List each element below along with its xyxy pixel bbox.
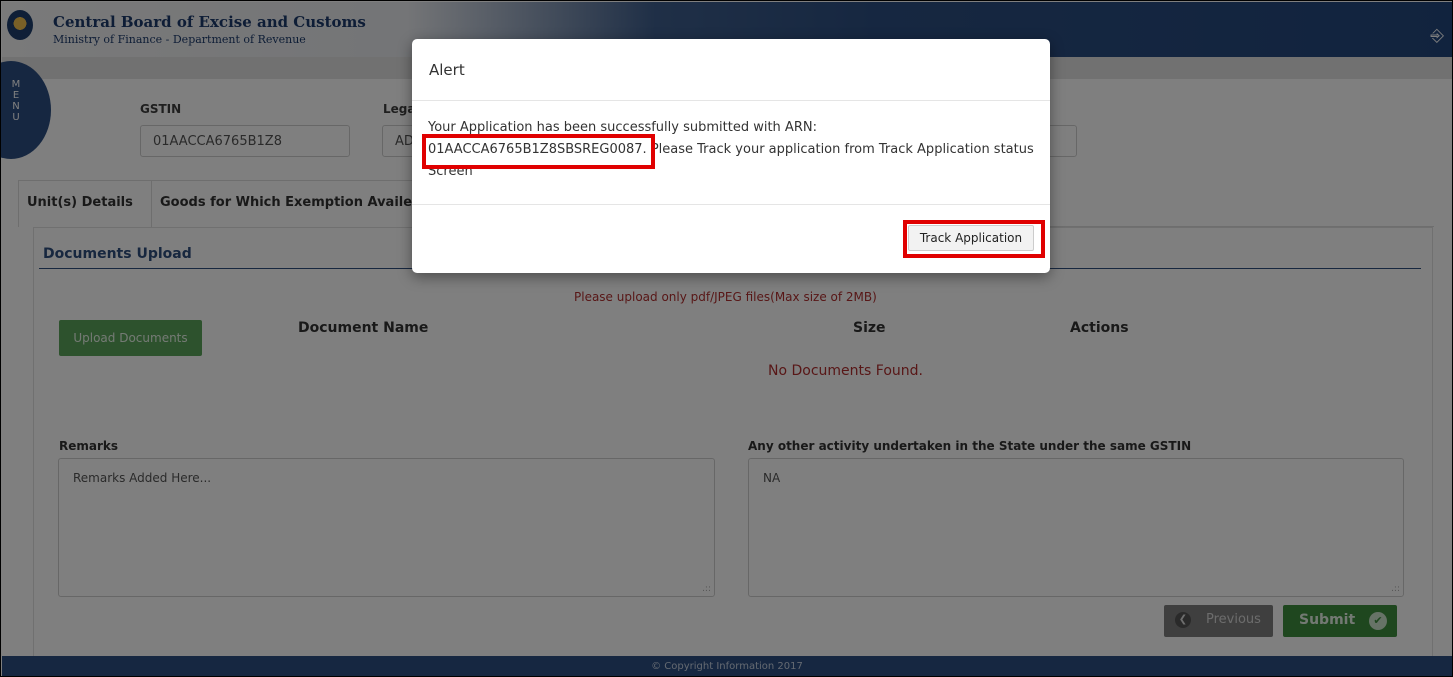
alert-dialog: Alert Your Application has been successf… (412, 39, 1050, 273)
dialog-header: Alert (412, 39, 1050, 101)
page-frame: Central Board of Excise and Customs Mini… (0, 0, 1453, 677)
message-prefix: Your Application has been successfully s… (428, 120, 817, 135)
dialog-footer-divider (412, 204, 1050, 205)
dialog-message: Your Application has been successfully s… (422, 117, 1038, 183)
track-button-highlight (903, 220, 1045, 258)
arn-highlight (422, 134, 655, 169)
dialog-title: Alert (429, 61, 465, 79)
arn-number: 01AACCA6765B1Z8SBSREG0087. (422, 134, 655, 169)
